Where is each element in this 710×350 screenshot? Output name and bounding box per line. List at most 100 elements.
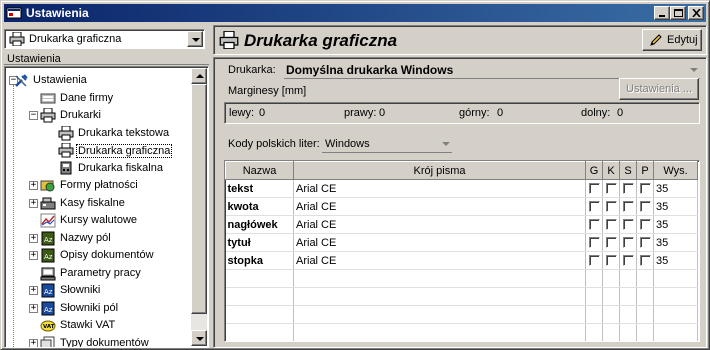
tree-item-drukarki[interactable]: − Drukarki <box>5 107 191 124</box>
empty-cell <box>636 323 654 341</box>
underline-checkbox[interactable] <box>639 255 651 267</box>
codes-dropdown[interactable] <box>440 137 452 151</box>
row-size[interactable]: 35 <box>653 251 698 270</box>
table-row[interactable]: nagłówek Arial CE 35 <box>225 215 698 234</box>
edit-button[interactable]: Edytuj <box>642 29 702 51</box>
chevron-down-icon <box>442 142 450 146</box>
expand-icon[interactable]: + <box>29 286 38 295</box>
tree-item-nazwy-pól[interactable]: + Az Nazwy pól <box>5 230 191 247</box>
column-header-g[interactable]: G <box>585 161 603 180</box>
underline-checkbox[interactable] <box>639 237 651 249</box>
row-font[interactable]: Arial CE <box>293 233 586 252</box>
section-combo-dropdown[interactable] <box>187 31 203 47</box>
tree-item-drukarka-tekstowa[interactable]: Drukarka tekstowa <box>5 125 191 142</box>
italic-checkbox[interactable] <box>605 201 617 213</box>
tree-item-drukarka-graficzna[interactable]: Drukarka graficzna <box>5 142 191 159</box>
section-combo[interactable]: Drukarka graficzna <box>4 29 205 49</box>
row-font[interactable]: Arial CE <box>293 251 586 270</box>
column-header-s[interactable]: S <box>619 161 637 180</box>
empty-cell <box>585 305 603 324</box>
column-header-font[interactable]: Krój pisma <box>293 161 586 180</box>
tree-item-kasy-fiskalne[interactable]: + Kasy fiskalne <box>5 195 191 212</box>
tree-item-kursy-walutowe[interactable]: Kursy walutowe <box>5 212 191 229</box>
tree-item-label: Ustawienia <box>33 74 87 86</box>
strikeout-checkbox[interactable] <box>622 255 634 267</box>
row-size[interactable]: 35 <box>653 233 698 252</box>
strikeout-checkbox[interactable] <box>622 183 634 195</box>
margin-top-value[interactable]: 0 <box>497 107 503 119</box>
row-size[interactable]: 35 <box>653 215 698 234</box>
table-row[interactable]: tekst Arial CE 35 <box>225 179 698 198</box>
margin-left-value[interactable]: 0 <box>259 107 265 119</box>
italic-checkbox[interactable] <box>605 255 617 267</box>
bold-checkbox-cell <box>585 215 603 234</box>
margin-right-value[interactable]: 0 <box>379 107 385 119</box>
collapse-icon[interactable]: − <box>29 111 38 120</box>
bold-checkbox[interactable] <box>588 255 600 267</box>
column-header-p[interactable]: P <box>636 161 654 180</box>
bold-checkbox[interactable] <box>588 237 600 249</box>
printer-select[interactable]: Domyślna drukarka Windows <box>284 61 700 79</box>
row-size[interactable]: 35 <box>653 197 698 216</box>
expand-icon[interactable]: + <box>29 181 38 190</box>
expand-icon[interactable]: + <box>29 338 38 347</box>
table-row[interactable]: tytuł Arial CE 35 <box>225 233 698 252</box>
row-font[interactable]: Arial CE <box>293 179 586 198</box>
column-header-k[interactable]: K <box>602 161 620 180</box>
row-font[interactable]: Arial CE <box>293 215 586 234</box>
tree-item-stawki-vat[interactable]: VAT Stawki VAT <box>5 317 191 334</box>
expand-icon[interactable]: + <box>29 303 38 313</box>
italic-checkbox[interactable] <box>605 219 617 231</box>
expand-icon[interactable]: + <box>29 233 38 243</box>
row-name[interactable]: stopka <box>225 251 294 270</box>
row-size[interactable]: 35 <box>653 179 698 198</box>
tree-item-słowniki[interactable]: + Az Słowniki <box>5 282 191 299</box>
codes-select[interactable]: Windows <box>322 135 452 153</box>
tree-item-opisy-dokumentów[interactable]: + Az Opisy dokumentów <box>5 247 191 264</box>
table-row[interactable]: kwota Arial CE 35 <box>225 197 698 216</box>
maximize-button[interactable] <box>670 6 686 20</box>
empty-cell <box>653 287 698 306</box>
empty-cell <box>636 305 654 324</box>
printer-settings-button[interactable]: Ustawienia ... <box>619 78 699 100</box>
tree-item-typy-dokumentów[interactable]: + Typy dokumentów <box>5 335 191 347</box>
italic-checkbox[interactable] <box>605 183 617 195</box>
expand-icon[interactable]: + <box>29 251 38 260</box>
row-name[interactable]: tytuł <box>225 233 294 252</box>
scroll-up-button[interactable] <box>191 68 207 84</box>
italic-checkbox[interactable] <box>605 237 617 249</box>
scroll-thumb[interactable] <box>191 84 207 314</box>
row-name[interactable]: tekst <box>225 179 294 198</box>
row-font[interactable]: Arial CE <box>293 197 586 216</box>
tree-item-label: Drukarka tekstowa <box>78 126 170 139</box>
table-row[interactable]: stopka Arial CE 35 <box>225 251 698 270</box>
expand-icon[interactable]: + <box>29 198 38 208</box>
tree-scrollbar[interactable] <box>191 68 207 346</box>
bold-checkbox[interactable] <box>588 219 600 231</box>
tree-item-drukarka-fiskalna[interactable]: Drukarka fiskalna <box>5 160 191 177</box>
italic-checkbox-cell <box>602 215 620 234</box>
tree-item-słowniki-pól[interactable]: + Az Słowniki pól <box>5 300 191 317</box>
underline-checkbox[interactable] <box>639 201 651 213</box>
tree-item-parametry-pracy[interactable]: Parametry pracy <box>5 265 191 282</box>
tree-item-label: Kasy fiskalne <box>60 196 125 209</box>
bold-checkbox[interactable] <box>588 183 600 195</box>
minimize-button[interactable] <box>654 6 670 20</box>
strikeout-checkbox[interactable] <box>622 219 634 231</box>
strikeout-checkbox[interactable] <box>622 237 634 249</box>
column-header-size[interactable]: Wys. <box>653 161 698 180</box>
tree-item-formy-płatności[interactable]: + Formy płatności <box>5 177 191 194</box>
strikeout-checkbox[interactable] <box>622 201 634 213</box>
close-button[interactable] <box>688 6 704 20</box>
scroll-down-button[interactable] <box>191 330 207 346</box>
printer-dropdown[interactable] <box>688 63 700 77</box>
underline-checkbox[interactable] <box>639 183 651 195</box>
tree-item-ustawienia[interactable]: − Ustawienia <box>5 72 191 89</box>
tree-item-dane-firmy[interactable]: Dane firmy <box>5 90 191 107</box>
bold-checkbox[interactable] <box>588 201 600 213</box>
column-header-name[interactable]: Nazwa <box>225 161 294 180</box>
margin-bottom-value[interactable]: 0 <box>617 107 623 119</box>
row-name[interactable]: kwota <box>225 197 294 216</box>
row-name[interactable]: nagłówek <box>225 215 294 234</box>
underline-checkbox[interactable] <box>639 219 651 231</box>
